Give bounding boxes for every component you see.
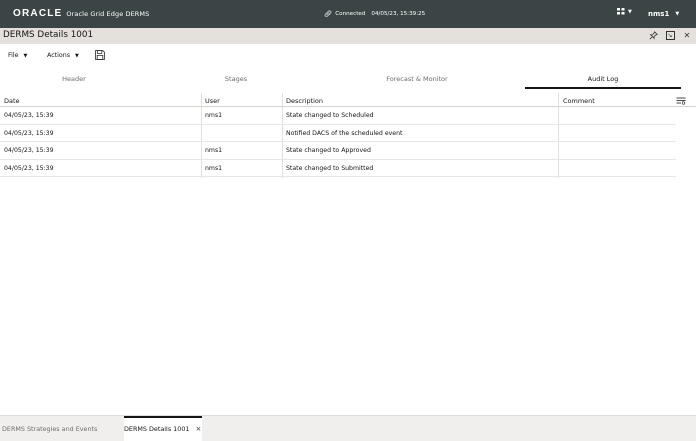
- column-header-description[interactable]: Description: [286, 97, 323, 105]
- cell-description: State changed to Approved: [286, 147, 371, 154]
- tab-audit-log[interactable]: Audit Log: [525, 68, 681, 90]
- oracle-logo: ORACLE: [13, 8, 63, 19]
- server-timestamp: 04/05/23, 15:39:25: [371, 11, 426, 17]
- connection-status: 🔗︎ Connected 04/05/23, 15:39:25: [324, 10, 425, 18]
- column-header-comment[interactable]: Comment: [563, 97, 595, 105]
- maximize-icon[interactable]: ↘: [665, 30, 675, 41]
- chevron-down-icon: ▼: [23, 52, 28, 59]
- table-header: Date User Description Comment: [0, 93, 696, 107]
- actions-menu[interactable]: Actions ▼: [47, 52, 79, 59]
- cell-date: 04/05/23, 15:39: [4, 129, 54, 137]
- chevron-down-icon: ▼: [75, 52, 79, 59]
- app-header: ORACLE Oracle Grid Edge DERMS 🔗︎ Connect…: [0, 0, 696, 28]
- connection-status-text: Connected: [335, 11, 366, 17]
- cell-description: Notified DACS of the scheduled event: [286, 129, 403, 137]
- tab-forecast-monitor[interactable]: Forecast & Monitor: [357, 68, 477, 90]
- table-row[interactable]: 04/05/23, 15:39 Notified DACS of the sch…: [0, 125, 676, 142]
- close-icon[interactable]: ×: [195, 425, 201, 433]
- audit-log-table: Date User Description Comment 04/05/23, …: [0, 93, 696, 177]
- bottom-tab-label: DERMS Details 1001: [124, 424, 190, 433]
- table-row[interactable]: 04/05/23, 15:39 nms1 State changed to Ap…: [0, 142, 676, 160]
- window-controls: ↘ ✕: [648, 30, 692, 41]
- detail-tabs: Header Stages Forecast & Monitor Audit L…: [0, 68, 696, 90]
- user-menu-button[interactable]: nms1 ▼: [648, 10, 679, 18]
- app-name: Oracle Grid Edge DERMS: [66, 10, 150, 18]
- column-header-date[interactable]: Date: [4, 97, 20, 105]
- close-icon[interactable]: ✕: [682, 30, 692, 41]
- save-icon[interactable]: [95, 50, 105, 60]
- window-title-bar: DERMS Details 1001 ↘ ✕: [0, 28, 696, 44]
- cell-user: nms1: [205, 112, 223, 119]
- tab-stages[interactable]: Stages: [186, 68, 286, 90]
- user-name: nms1: [648, 10, 670, 18]
- column-settings-icon[interactable]: [676, 97, 686, 105]
- apps-grid-icon: [617, 8, 625, 15]
- cell-description: State changed to Scheduled: [286, 112, 374, 119]
- file-menu-label: File: [8, 52, 19, 59]
- file-menu[interactable]: File ▼: [8, 52, 27, 59]
- tab-header[interactable]: Header: [24, 68, 124, 90]
- cell-date: 04/05/23, 15:39: [4, 164, 54, 172]
- actions-menu-label: Actions: [47, 52, 71, 59]
- bottom-tab-derms-details[interactable]: DERMS Details 1001 ×: [124, 416, 202, 441]
- bottom-tab-strategies-events[interactable]: DERMS Strategies and Events: [0, 416, 118, 441]
- cell-user: nms1: [205, 147, 223, 154]
- pin-icon[interactable]: [648, 30, 658, 41]
- open-windows-bar: DERMS Strategies and Events DERMS Detail…: [0, 415, 696, 441]
- cell-description: State changed to Submitted: [286, 164, 374, 172]
- apps-menu-button[interactable]: ▼: [617, 8, 632, 15]
- brand: ORACLE Oracle Grid Edge DERMS: [13, 8, 149, 19]
- cell-date: 04/05/23, 15:39: [4, 112, 54, 119]
- chevron-down-icon: ▼: [628, 8, 632, 15]
- toolbar: File ▼ Actions ▼: [0, 44, 696, 66]
- window-title: DERMS Details 1001: [3, 30, 94, 40]
- table-row[interactable]: 04/05/23, 15:39 nms1 State changed to Sc…: [0, 107, 676, 125]
- cell-date: 04/05/23, 15:39: [4, 147, 54, 154]
- link-icon: 🔗︎: [324, 10, 333, 18]
- bottom-tab-label: DERMS Strategies and Events: [2, 424, 98, 433]
- cell-user: nms1: [205, 164, 223, 172]
- chevron-down-icon: ▼: [675, 11, 680, 17]
- column-header-user[interactable]: User: [205, 97, 220, 105]
- table-row[interactable]: 04/05/23, 15:39 nms1 State changed to Su…: [0, 160, 676, 177]
